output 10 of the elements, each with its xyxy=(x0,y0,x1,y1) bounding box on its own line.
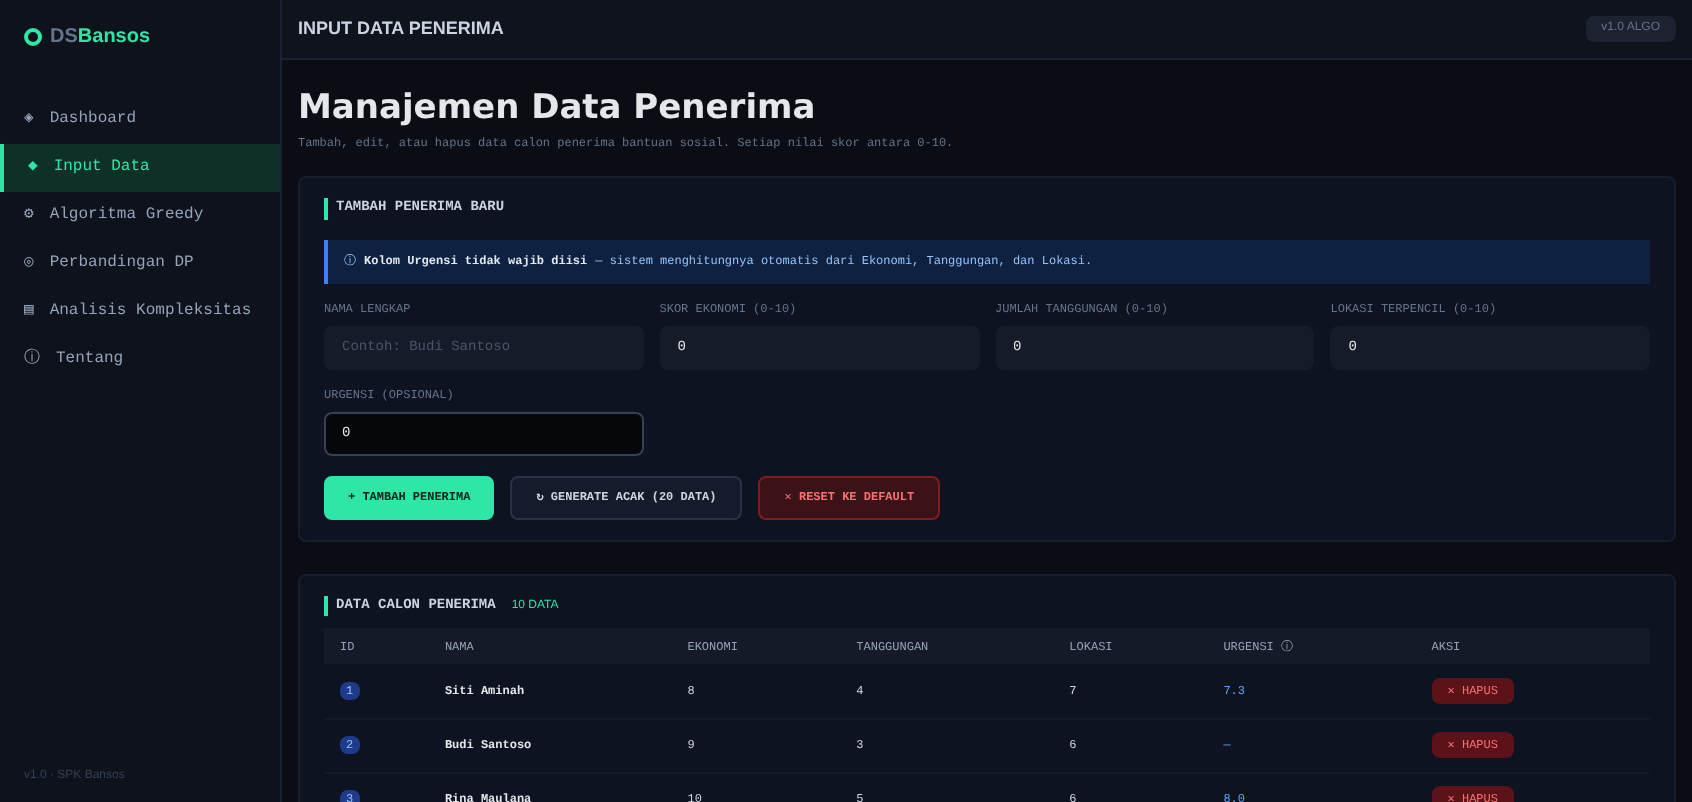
header-title: INPUT DATA PENERIMA xyxy=(298,15,504,42)
sidebar-item[interactable]: ◆ Input Data xyxy=(0,144,280,192)
sidebar-item[interactable]: ◎ Perbandingan DP xyxy=(0,240,280,288)
brand-name: DSBansos xyxy=(50,23,151,51)
logo-icon xyxy=(24,27,42,45)
sidebar-item[interactable]: ⓘ Tentang xyxy=(0,336,280,384)
sidebar-item[interactable]: ▤ Analisis Kompleksitas xyxy=(0,288,280,336)
sidebar-item[interactable]: ⚙ Algoritma Greedy xyxy=(0,192,280,240)
sidebar-item[interactable]: ◈ Dashboard xyxy=(0,96,280,144)
page-title: Manajemen Data Penerima xyxy=(298,88,818,131)
